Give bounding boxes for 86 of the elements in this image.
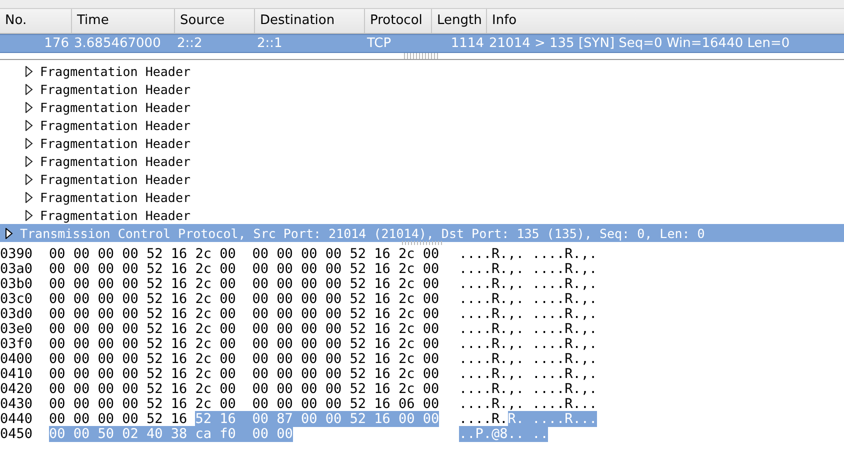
selected-ascii-text: R. ....R... xyxy=(508,411,598,427)
tree-item-label: Fragmentation Header xyxy=(40,190,191,204)
offset-label: 03e0 xyxy=(0,322,34,337)
hex-bytes: 00 00 00 00 52 16 2c 00 00 00 00 00 52 16 06 00 xyxy=(49,396,440,412)
splitter-handle[interactable] xyxy=(404,53,440,59)
offset-label: 03c0 xyxy=(0,292,34,307)
expander-icon[interactable] xyxy=(25,192,33,202)
tree-item[interactable]: Fragmentation Header xyxy=(0,62,844,80)
ascii-text: ....R.,. ....R.,. xyxy=(459,276,598,292)
offset-label: 0430 xyxy=(0,397,34,412)
expander-icon[interactable] xyxy=(25,84,33,94)
column-header[interactable]: Info xyxy=(487,9,844,33)
ascii-text: ....R.,. ....R.,. xyxy=(459,336,598,352)
tree-item-label: Fragmentation Header xyxy=(40,136,191,150)
splitter-handle[interactable] xyxy=(402,241,442,245)
hex-bytes: 00 00 00 00 52 16 2c 00 00 00 00 00 52 16 2c 00 xyxy=(49,351,440,367)
tree-item-label: Fragmentation Header xyxy=(40,118,191,132)
tree-item[interactable]: Fragmentation Header xyxy=(0,170,844,188)
ascii-text: ....R.,. ....R.,. xyxy=(459,246,598,262)
hex-bytes: 00 00 00 00 52 16 2c 00 00 00 00 00 52 16 2c 00 xyxy=(49,336,440,352)
offset-label: 03b0 xyxy=(0,277,34,292)
expander-icon[interactable] xyxy=(25,156,33,166)
table-cell-text: 21014 > 135 [SYN] Seq=0 Win=16440 Len=0 xyxy=(488,36,791,51)
hex-bytes: 00 00 00 00 52 16 2c 00 00 00 00 00 52 16 2c 00 xyxy=(49,321,440,337)
column-header[interactable]: Protocol xyxy=(365,9,432,33)
tree-item-label: Fragmentation Header xyxy=(40,64,191,78)
expander-icon[interactable] xyxy=(25,174,33,184)
tree-item[interactable]: Fragmentation Header xyxy=(0,152,844,170)
tree-item-label: Fragmentation Header xyxy=(40,154,191,168)
tree-item[interactable]: Fragmentation Header xyxy=(0,206,844,224)
hex-bytes: 00 00 00 00 52 16 2c 00 00 00 00 00 52 16 2c 00 xyxy=(49,366,440,382)
tree-item-label: Fragmentation Header xyxy=(40,208,191,222)
column-header[interactable]: Length xyxy=(432,9,487,33)
expander-icon[interactable] xyxy=(25,102,33,112)
tree-item-label: Fragmentation Header xyxy=(40,100,191,114)
ascii-text: ....R.,. ....R.,. xyxy=(459,291,598,307)
offset-label: 0420 xyxy=(0,382,34,397)
ascii-text: ....R.,. ....R.,. xyxy=(459,366,598,382)
column-header[interactable]: No. xyxy=(0,9,72,33)
expander-icon[interactable] xyxy=(25,210,33,220)
table-cell-text: TCP xyxy=(366,36,392,51)
tree-item-label: Transmission Control Protocol, Src Port: 21014 (21014), Dst Port: 135 (135), Seq: 0, Len: 0 xyxy=(20,226,705,240)
tree-item[interactable]: Fragmentation Header xyxy=(0,116,844,134)
tree-item[interactable]: Fragmentation Header xyxy=(0,134,844,152)
offset-label: 03a0 xyxy=(0,262,34,277)
selected-ascii-text: ..P.@8.. .. xyxy=(459,426,548,442)
hex-bytes: 00 00 00 00 52 16 2c 00 00 00 00 00 52 16 2c 00 xyxy=(49,381,440,397)
ascii-text: ....R.,. ....R.,. xyxy=(459,306,598,322)
column-header[interactable]: Destination xyxy=(255,9,365,33)
column-header[interactable]: Source xyxy=(175,9,255,33)
tree-item-label: Fragmentation Header xyxy=(40,82,191,96)
ascii-text: ....R. xyxy=(459,411,508,427)
offset-label: 0450 xyxy=(0,427,34,442)
offset-label: 03d0 xyxy=(0,307,34,322)
selected-hex-bytes: 00 00 50 02 40 38 ca f0 00 00 xyxy=(49,426,293,442)
table-cell-text: 2::2 xyxy=(176,36,204,51)
hex-bytes: 00 00 00 00 52 16 2c 00 00 00 00 00 52 16 2c 00 xyxy=(49,291,440,307)
expander-icon[interactable] xyxy=(25,66,33,76)
ascii-text: ....R.,. ....R.,. xyxy=(459,381,598,397)
hex-bytes: 00 00 00 00 52 16 2c 00 00 00 00 00 52 16 2c 00 xyxy=(49,261,440,277)
ascii-text: ....R.,. ....R.,. xyxy=(459,351,598,367)
expander-icon[interactable] xyxy=(25,120,33,130)
table-cell-text: 176 xyxy=(43,36,70,51)
tree-item[interactable]: Fragmentation Header xyxy=(0,98,844,116)
table-cell-text: 2::1 xyxy=(256,36,284,51)
expander-icon[interactable] xyxy=(5,228,13,238)
column-header[interactable]: Time xyxy=(72,9,175,33)
ascii-text: ....R.,. ....R.,. xyxy=(459,261,598,277)
offset-label: 03f0 xyxy=(0,337,34,352)
offset-label: 0390 xyxy=(0,247,34,262)
offset-label: 0440 xyxy=(0,412,34,427)
offset-label: 0400 xyxy=(0,352,34,367)
tree-item-label: Fragmentation Header xyxy=(40,172,191,186)
table-cell-text: 3.685467000 xyxy=(73,36,162,51)
table-cell-text: 1114 xyxy=(450,36,485,51)
tree-item[interactable]: Fragmentation Header xyxy=(0,80,844,98)
hex-bytes: 00 00 00 00 52 16 2c 00 00 00 00 00 52 16 2c 00 xyxy=(49,246,440,262)
selected-hex-bytes: 52 16 00 87 00 00 52 16 00 00 xyxy=(195,411,440,427)
tree-item[interactable]: Fragmentation Header xyxy=(0,188,844,206)
offset-label: 0410 xyxy=(0,367,34,382)
hex-bytes: 00 00 00 00 52 16 2c 00 00 00 00 00 52 16 2c 00 xyxy=(49,276,440,292)
expander-icon[interactable] xyxy=(25,138,33,148)
hex-bytes: 00 00 00 00 52 16 xyxy=(49,411,188,427)
hex-bytes: 00 00 00 00 52 16 2c 00 00 00 00 00 52 16 2c 00 xyxy=(49,306,440,322)
ascii-text: ....R.,. ....R.,. xyxy=(459,321,598,337)
ascii-text: ....R.,. ....R... xyxy=(459,396,598,412)
